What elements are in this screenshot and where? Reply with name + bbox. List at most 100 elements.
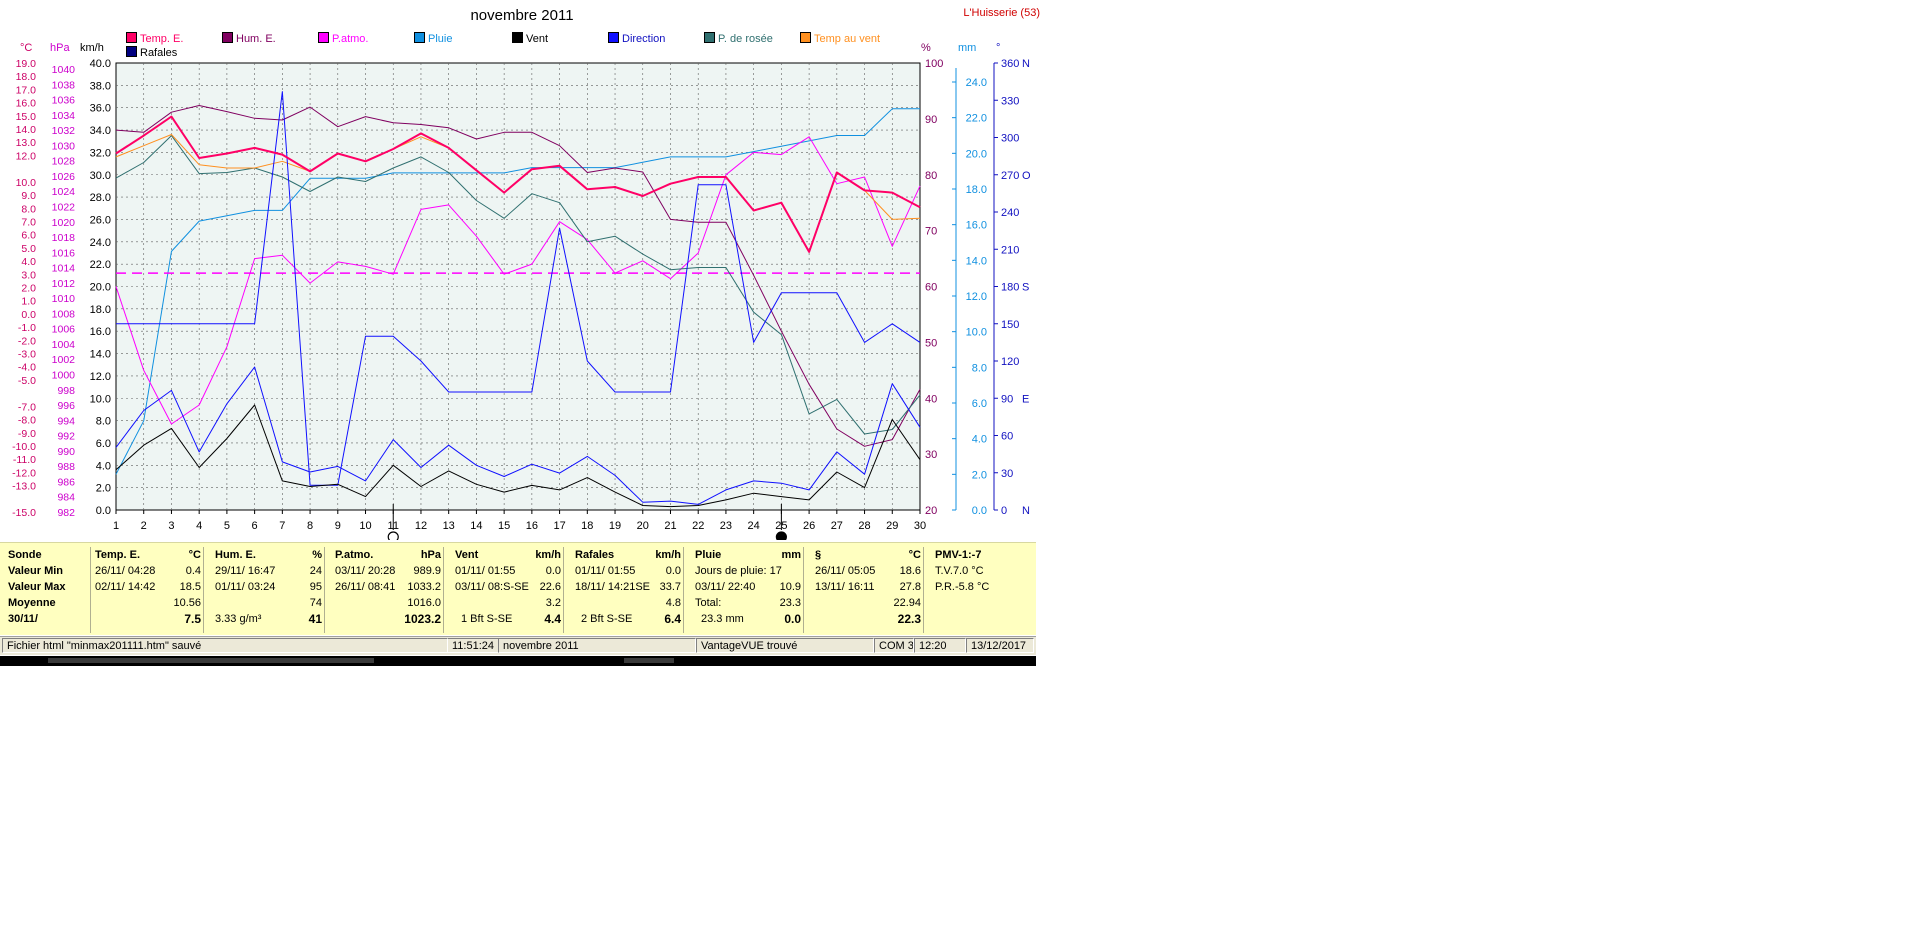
x-tick-label: 20 (637, 520, 649, 532)
legend-label: Rafales (140, 47, 178, 59)
dir-tick-label: 300 (1001, 133, 1019, 145)
x-tick-label: 6 (252, 520, 258, 532)
sonde-row-max: Valeur Max (8, 581, 66, 593)
patmo-min: 03/11/ 20:28 989.9 (335, 565, 441, 577)
kmh-tick-label: 16.0 (90, 326, 111, 338)
temp-tick-label: 10.0 (16, 177, 37, 189)
mm-tick-label: 0.0 (972, 505, 987, 517)
mm-tick-label: 18.0 (966, 184, 987, 196)
weather-app-window: novembre 2011 L'Huisserie (53) 0.0 2.0 4.0… (0, 0, 1044, 666)
hpa-tick-label: 984 (57, 492, 75, 504)
dir-cardinal-label: E (1022, 393, 1029, 405)
temp-tick-label: -3.0 (18, 349, 36, 361)
temp-tick-label: 6.0 (21, 230, 36, 242)
status-bar: Fichier html "minmax201111.htm" sauvé 11… (0, 636, 1036, 655)
x-tick-label: 23 (720, 520, 732, 532)
temp-tick-label: 0.0 (21, 309, 36, 321)
temp-tick-label: 4.0 (21, 256, 36, 268)
x-tick-label: 22 (692, 520, 704, 532)
kmh-tick-label: 2.0 (96, 483, 111, 495)
pct-tick-label: 60 (925, 282, 937, 294)
x-tick-label: 10 (359, 520, 371, 532)
stats-panel: Sonde Valeur Min Valeur Max Moyenne 30/1… (0, 542, 1036, 635)
x-tick-label: 21 (664, 520, 676, 532)
legend-label: Pluie (428, 33, 453, 45)
hum-max: 01/11/ 03:24 95 (215, 581, 322, 593)
vent-max: 03/11/ 08:S-SE 22.6 (455, 581, 561, 593)
mm-tick-label: 16.0 (966, 220, 987, 232)
hpa-tick-label: 1000 (52, 370, 76, 382)
pluie-total: Total: 23.3 (695, 597, 801, 609)
vent-header: Vent km/h (455, 549, 561, 561)
mm-tick-label: 24.0 (966, 77, 987, 89)
mm-tick-label: 8.0 (972, 362, 987, 374)
x-tick-label: 4 (196, 520, 202, 532)
temp-moyenne: 10.56 (173, 597, 201, 609)
legend-item-patmo: P.atmo. (318, 32, 369, 45)
new-moon-icon (387, 531, 399, 540)
legend-item-direction: Direction (608, 32, 665, 45)
kmh-tick-label: 22.0 (90, 259, 111, 271)
x-tick-label: 24 (748, 520, 760, 532)
pct-tick-label: 30 (925, 449, 937, 461)
hpa-tick-label: 992 (57, 431, 75, 443)
temp-tick-label: -4.0 (18, 362, 36, 374)
temp-tick-label: 3.0 (21, 269, 36, 281)
hpa-tick-label: 1024 (52, 186, 76, 198)
temp-tick-label: -11.0 (13, 454, 36, 466)
hpa-tick-label: 998 (57, 385, 75, 397)
rafales-current: 2 Bft S-SE 6.4 (581, 612, 681, 626)
temp-tick-label: -5.0 (18, 375, 36, 387)
temp-tick-label: -8.0 (18, 415, 36, 427)
temp-tick-label: 12.0 (16, 150, 37, 162)
hpa-tick-label: 1038 (52, 79, 76, 91)
legend-item-hum: Hum. E. (222, 32, 276, 45)
dir-tick-label: 270 (1001, 170, 1019, 182)
hpa-tick-label: 1020 (52, 217, 76, 229)
stats-hum: Hum. E.% 29/11/ 16:47 24 01/11/ 03:24 95 7… (215, 547, 325, 633)
status-date: 13/12/2017 (966, 638, 1034, 653)
dir-cardinal-label: N (1022, 58, 1030, 70)
temp-tick-label: 15.0 (16, 111, 37, 123)
dir-tick-label: 120 (1001, 356, 1019, 368)
pmv-header: PMV-1:-7 (935, 549, 982, 561)
temp-min: 26/11/ 04:28 0.4 (95, 565, 201, 577)
temp-tick-label: -12.0 (12, 467, 36, 479)
mm-tick-label: 22.0 (966, 113, 987, 125)
status-port: COM 3 (874, 638, 914, 653)
kmh-axis-unit: km/h (80, 42, 104, 54)
x-tick-label: 26 (803, 520, 815, 532)
mm-tick-label: 12.0 (966, 291, 987, 303)
dir-tick-label: 180 (1001, 282, 1019, 294)
mm-tick-label: 10.0 (966, 327, 987, 339)
section-header: § °C (815, 549, 921, 561)
pct-tick-label: 100 (925, 58, 943, 70)
temp-axis-unit: °C (20, 42, 32, 54)
rafales-moyenne: 4.8 (665, 597, 681, 609)
dir-tick-label: 360 (1001, 58, 1019, 70)
hum-moyenne: 74 (309, 597, 322, 609)
dir-cardinal-label: O (1022, 170, 1031, 182)
legend-label: Temp au vent (814, 33, 881, 45)
stats-pmv: PMV-1:-7 T.V.7.0 °C P.R.-5.8 °C (935, 547, 1030, 633)
hpa-tick-label: 1034 (52, 110, 76, 122)
scroll-strip[interactable] (0, 656, 1036, 666)
hpa-tick-label: 1028 (52, 156, 76, 168)
kmh-tick-label: 14.0 (90, 349, 111, 361)
stats-rafales: Rafales km/h 01/11/ 01:55 0.0 18/11/ 14:21… (575, 547, 684, 633)
legend-swatch (222, 32, 233, 43)
section-min: 26/11/ 05:05 18.6 (815, 565, 921, 577)
x-tick-label: 1 (113, 520, 119, 532)
legend-label: P. de rosée (718, 33, 773, 45)
x-tick-label: 12 (415, 520, 427, 532)
x-tick-label: 9 (335, 520, 341, 532)
pluie-current: 23.3 mm 0.0 (701, 612, 801, 626)
legend-swatch (704, 32, 715, 43)
temp-tick-label: 16.0 (16, 98, 37, 110)
section-current: 22.3 (897, 612, 921, 626)
hpa-tick-label: 1016 (52, 247, 76, 259)
kmh-tick-label: 38.0 (90, 80, 111, 92)
legend-swatch (318, 32, 329, 43)
temp-tick-label: 2.0 (21, 283, 36, 295)
x-tick-label: 8 (307, 520, 313, 532)
